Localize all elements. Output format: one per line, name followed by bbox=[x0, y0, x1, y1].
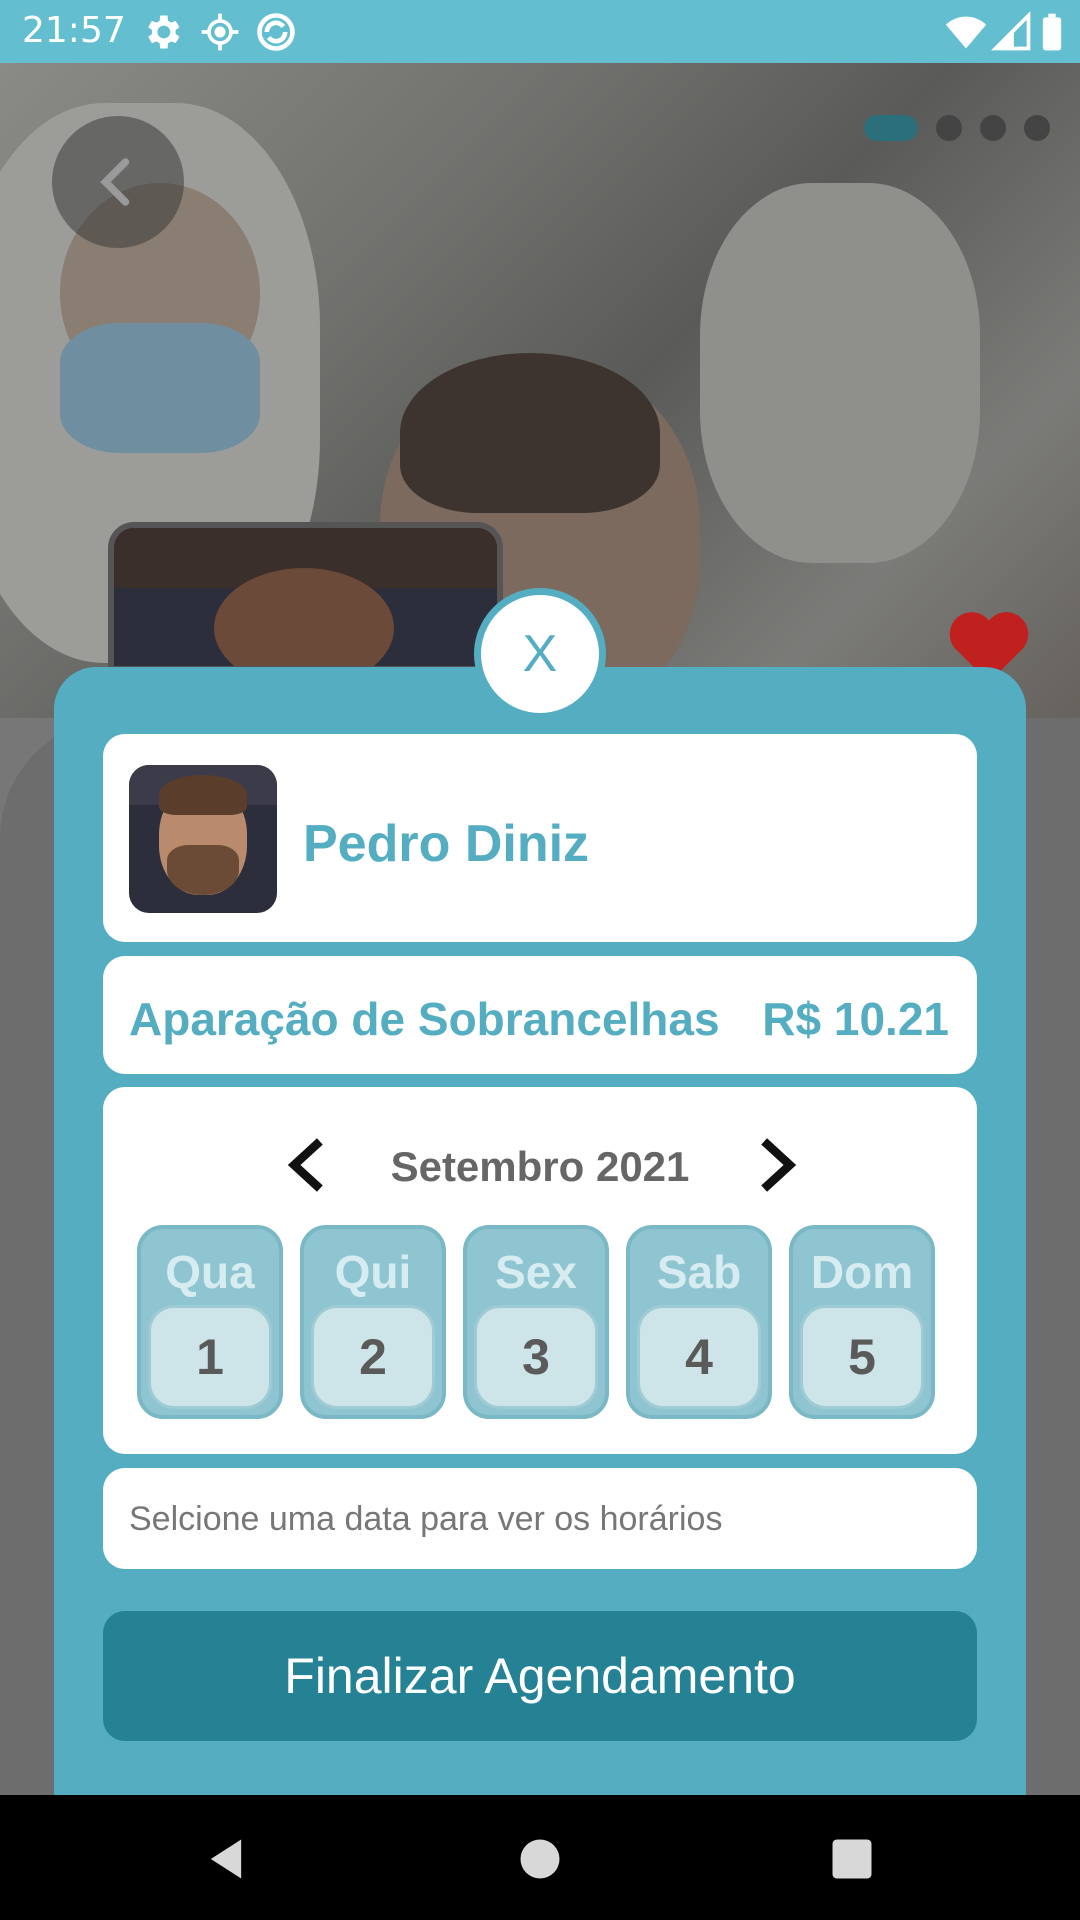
carousel-dot[interactable] bbox=[936, 115, 962, 141]
barber-cover-image bbox=[108, 522, 503, 672]
battery-icon bbox=[1042, 13, 1062, 51]
professional-card: Pedro Diniz bbox=[103, 734, 977, 942]
gear-icon bbox=[148, 15, 180, 49]
wifi-icon bbox=[945, 16, 987, 49]
hours-placeholder: Selcione uma data para ver os horários bbox=[129, 1500, 723, 1538]
recents-nav-icon[interactable] bbox=[826, 1833, 878, 1885]
day-number: 5 bbox=[800, 1305, 924, 1409]
status-bar: 21:57 bbox=[0, 0, 1080, 63]
location-icon bbox=[201, 13, 239, 51]
finish-booking-button[interactable]: Finalizar Agendamento bbox=[103, 1611, 977, 1741]
day-number: 1 bbox=[148, 1305, 272, 1409]
day-number: 4 bbox=[637, 1305, 761, 1409]
calendar-card: Setembro 2021 Qua 1 Qui 2 Sex 3 Sab 4 Do… bbox=[103, 1087, 977, 1454]
signal-icon bbox=[991, 11, 1031, 51]
status-time: 21:57 bbox=[22, 10, 126, 51]
service-price: R$ 10.21 bbox=[762, 993, 949, 1045]
navigation-bar bbox=[0, 1795, 1080, 1920]
chevron-right-icon[interactable] bbox=[751, 1135, 803, 1195]
weekday-label: Sab bbox=[656, 1246, 742, 1298]
hours-card[interactable]: Selcione uma data para ver os horários bbox=[103, 1468, 977, 1569]
day-option[interactable]: Qua 1 bbox=[137, 1225, 283, 1419]
day-number: 2 bbox=[311, 1305, 435, 1409]
days-row: Qua 1 Qui 2 Sex 3 Sab 4 Dom 5 bbox=[137, 1225, 935, 1419]
back-button[interactable] bbox=[52, 116, 184, 248]
day-option[interactable]: Qui 2 bbox=[300, 1225, 446, 1419]
home-nav-icon[interactable] bbox=[514, 1833, 566, 1885]
carousel-indicator bbox=[864, 115, 1050, 141]
weekday-label: Qui bbox=[334, 1246, 412, 1298]
day-option[interactable]: Dom 5 bbox=[789, 1225, 935, 1419]
sync-icon bbox=[257, 13, 295, 51]
back-nav-icon[interactable] bbox=[200, 1833, 252, 1885]
weekday-label: Sex bbox=[495, 1246, 577, 1298]
carousel-dot[interactable] bbox=[1024, 115, 1050, 141]
weekday-label: Dom bbox=[810, 1246, 914, 1298]
service-name: Aparação de Sobrancelhas bbox=[129, 993, 720, 1045]
day-number: 3 bbox=[474, 1305, 598, 1409]
avatar bbox=[129, 765, 277, 913]
carousel-dot[interactable] bbox=[980, 115, 1006, 141]
month-label: Setembro 2021 bbox=[390, 1143, 690, 1190]
service-card: Aparação de Sobrancelhas R$ 10.21 bbox=[103, 956, 977, 1074]
weekday-label: Qua bbox=[165, 1246, 255, 1298]
carousel-dot-active[interactable] bbox=[864, 115, 918, 141]
day-option[interactable]: Sex 3 bbox=[463, 1225, 609, 1419]
chevron-left-icon bbox=[100, 158, 130, 206]
close-button[interactable]: X bbox=[474, 588, 606, 720]
day-option[interactable]: Sab 4 bbox=[626, 1225, 772, 1419]
professional-name: Pedro Diniz bbox=[303, 815, 590, 873]
